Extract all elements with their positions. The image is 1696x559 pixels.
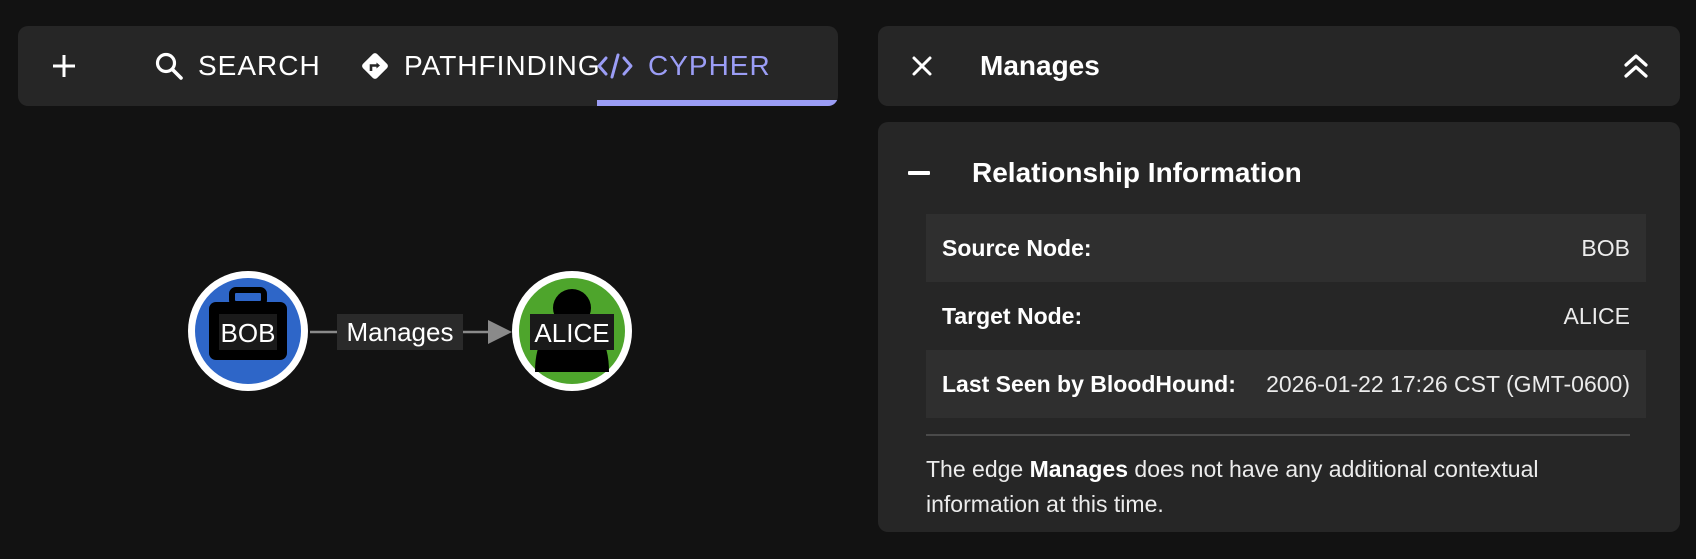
node-bob[interactable]: BOB [188, 271, 308, 391]
tab-search[interactable]: SEARCH [154, 26, 321, 106]
code-icon [597, 53, 633, 79]
note-edge-name: Manages [1029, 456, 1129, 482]
entity-header-panel: Manages [878, 26, 1680, 106]
property-key: Source Node: [942, 234, 1092, 261]
active-tab-indicator [597, 100, 838, 106]
property-value: BOB [1581, 234, 1630, 261]
property-row: Target Node: ALICE [926, 282, 1646, 350]
add-button[interactable] [44, 46, 84, 86]
property-key: Last Seen by BloodHound: [942, 370, 1236, 397]
close-icon [912, 56, 932, 76]
section-title: Relationship Information [972, 157, 1302, 188]
double-chevron-up-icon [1624, 54, 1648, 78]
node-alice-label: ALICE [534, 318, 609, 348]
property-row: Source Node: BOB [926, 214, 1646, 282]
edge-info-note: The edge Manages does not have any addit… [926, 452, 1626, 522]
property-value: 2026-01-22 17:26 CST (GMT-0600) [1266, 370, 1630, 397]
edge-label[interactable]: Manages [347, 317, 454, 347]
section-header-toggle[interactable]: Relationship Information [908, 148, 1302, 198]
tab-cypher-label: CYPHER [648, 50, 771, 81]
tab-search-label: SEARCH [198, 50, 321, 81]
close-button[interactable] [902, 46, 942, 86]
minus-icon [908, 171, 930, 175]
relationship-properties: Source Node: BOB Target Node: ALICE Last… [926, 214, 1646, 418]
node-bob-label: BOB [221, 318, 276, 348]
node-alice[interactable]: ALICE [512, 271, 632, 391]
property-value: ALICE [1563, 302, 1630, 329]
property-row: Last Seen by BloodHound: 2026-01-22 17:2… [926, 350, 1646, 418]
directions-icon [362, 53, 388, 79]
note-prefix: The edge [926, 456, 1030, 482]
query-tab-bar: SEARCH PATHFINDING CYPHER [18, 26, 838, 106]
edge-arrowhead [488, 320, 512, 344]
section-divider [926, 434, 1630, 436]
graph-canvas[interactable]: Manages BOB ALICE [0, 110, 860, 554]
property-key: Target Node: [942, 302, 1083, 329]
panel-title: Manages [980, 50, 1100, 81]
collapse-button[interactable] [1616, 46, 1656, 86]
tab-cypher[interactable]: CYPHER [540, 26, 782, 106]
search-icon [155, 52, 183, 80]
relationship-info-panel: Relationship Information Source Node: BO… [878, 122, 1680, 532]
plus-icon [53, 55, 75, 77]
